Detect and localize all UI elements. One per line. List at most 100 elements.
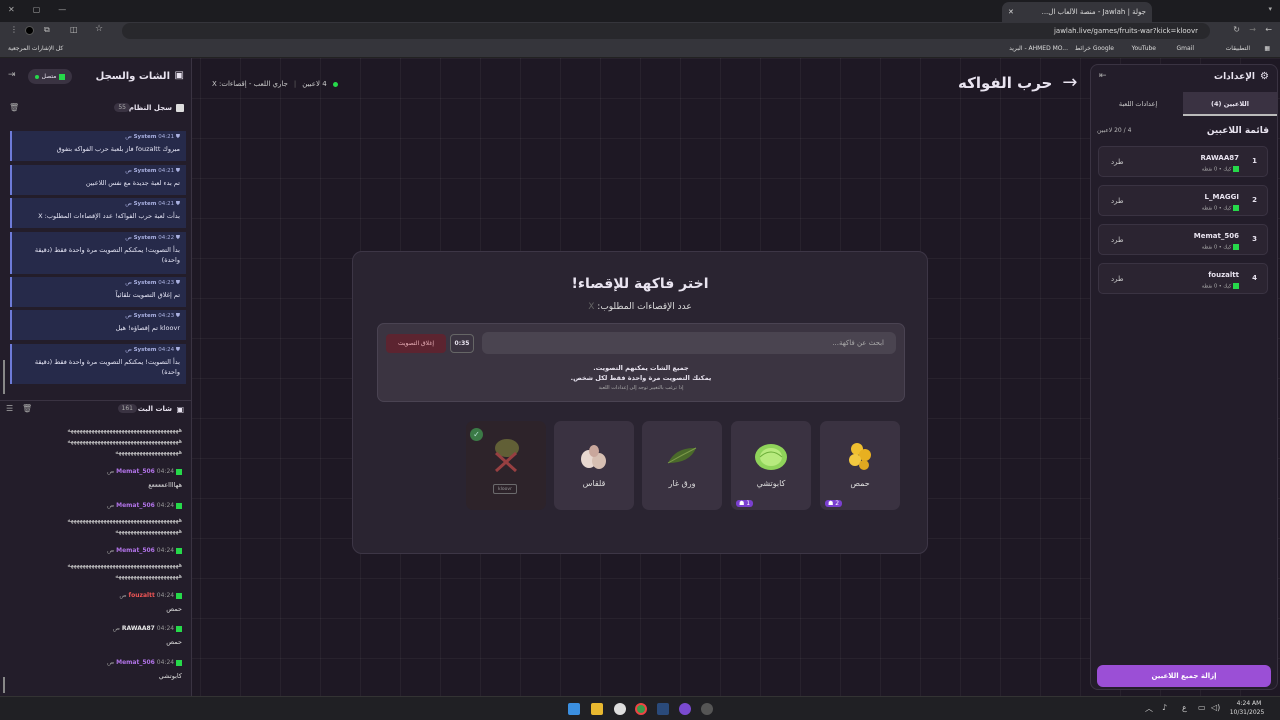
vote-badge: ☗ 2	[825, 500, 843, 507]
eliminated-fruit-icon	[494, 439, 519, 473]
back-arrow-icon[interactable]: →	[1062, 74, 1077, 92]
message-text: هههههههههههههههههههههههههههههههههههههه ه…	[67, 516, 182, 535]
mic-icon[interactable]: ♪	[1162, 703, 1167, 712]
chat-message: Memat_506 04:24 ص هههههههههههههههههههههه…	[6, 547, 182, 582]
hummus-icon	[849, 443, 871, 470]
chrome-icon[interactable]	[635, 703, 647, 715]
discord-icon[interactable]	[679, 703, 691, 715]
kick-player-button[interactable]: طرد	[1111, 197, 1124, 205]
tab-close-icon[interactable]: ✕	[1008, 8, 1014, 16]
eliminated-by-tag: kloovr	[493, 484, 517, 494]
player-rank: 3	[1252, 235, 1257, 243]
vote-panel: ابحث عن فاكهة... 0:35 إغلاق التصويت جميع…	[377, 323, 905, 402]
info-line-1: جميع الشات يمكنهم التصويت.	[593, 364, 689, 372]
chat-panel-header: ▣ الشات والسجل متصل ⇥	[0, 68, 192, 88]
fruit-card-cabbage[interactable]: كابوتشي ☗ 1	[731, 421, 811, 510]
bay-leaf-icon	[667, 447, 697, 464]
fruit-card-taro[interactable]: قلقاس	[554, 421, 634, 510]
filter-icon[interactable]: ☰	[6, 404, 13, 413]
kick-player-button[interactable]: طرد	[1111, 158, 1124, 166]
reload-icon[interactable]: ↻	[1233, 25, 1240, 34]
bookmark-mail[interactable]: البريد - AHMED MO...	[1009, 45, 1068, 52]
message-text: بدأت لعبة حرب الفواكه! عدد الإقصاءات الم…	[38, 212, 180, 220]
tab-players[interactable]: اللاعبين (4)	[1183, 92, 1277, 116]
restore-window-icon[interactable]: ▢	[33, 5, 41, 14]
trash-icon[interactable]: 🗑	[9, 103, 19, 112]
back-icon[interactable]: ←	[1265, 25, 1272, 34]
message-text: تم بدء لعبة جديدة مع نفس اللاعبين	[85, 179, 180, 187]
fruit-card-hummus[interactable]: حمص ☗ 2	[820, 421, 900, 510]
settings-app-icon[interactable]	[614, 703, 626, 715]
player-points: كيك • 0 نقطة	[1201, 244, 1232, 251]
kick-icon	[59, 73, 66, 80]
player-card: 1 RAWAA87 كيك • 0 نقطة طرد	[1098, 146, 1268, 177]
message-text: kloovr تم إقصاؤه! هيل	[115, 324, 180, 332]
collapse-panel-icon[interactable]: ⇥	[8, 70, 16, 80]
split-view-icon[interactable]: ◫	[70, 25, 78, 34]
extensions-icon[interactable]: ⧉	[44, 25, 50, 35]
remove-all-players-button[interactable]: إزالة جميع اللاعبين	[1097, 665, 1271, 687]
close-vote-button[interactable]: إغلاق التصويت	[386, 334, 446, 353]
player-name: RAWAA87	[1200, 154, 1239, 162]
language-indicator[interactable]: ع	[1182, 703, 1187, 712]
clock-time[interactable]: 4:24 AM	[1232, 700, 1266, 707]
star-icon[interactable]: ☆	[95, 24, 103, 34]
forward-icon[interactable]: →	[1249, 25, 1256, 34]
kick-icon	[1233, 166, 1239, 172]
apps-icon[interactable]: ▦	[1264, 45, 1270, 52]
online-dot	[332, 81, 338, 87]
fruit-card-bay-leaf[interactable]: ورق غار	[642, 421, 722, 510]
tray-chevron-icon[interactable]: ︿	[1145, 703, 1153, 714]
volume-icon[interactable]: ◁)	[1211, 703, 1220, 712]
file-explorer-icon[interactable]	[591, 703, 603, 715]
message-author: System	[133, 134, 157, 140]
search-input[interactable]: ابحث عن فاكهة...	[482, 332, 896, 354]
check-icon: ✓	[470, 428, 483, 441]
tab-game-settings[interactable]: إعدادات اللعبة	[1091, 92, 1185, 116]
system-icon: ⛊	[174, 134, 180, 140]
tab-search-icon[interactable]: ▾	[1268, 5, 1272, 13]
minimize-window-icon[interactable]: —	[58, 5, 66, 14]
bookmark-apps[interactable]: التطبيقات	[1226, 45, 1250, 52]
collapse-settings-icon[interactable]: ⇤	[1099, 71, 1107, 81]
close-window-icon[interactable]: ✕	[8, 5, 15, 14]
kick-icon	[1233, 244, 1239, 250]
system-log-header: سجل النظام 55 🗑	[0, 101, 192, 117]
bookmark-youtube[interactable]: YouTube	[1132, 45, 1156, 52]
start-icon[interactable]	[568, 703, 580, 715]
chat-panel-title: الشات والسجل	[95, 71, 170, 82]
url-field[interactable]: jawlah.live/games/fruits-war?kick=kloovr	[122, 23, 1210, 39]
clock-date[interactable]: 10/31/2025	[1226, 709, 1268, 716]
network-icon[interactable]: ▭	[1198, 703, 1206, 712]
chat-message: Memat_506 04:24 ص كابوتشي	[6, 659, 182, 680]
bookmark-maps[interactable]: خرائط Google	[1075, 45, 1114, 52]
message-text: بدأ التصويت! يمكنكم التصويت مرة واحدة فق…	[34, 358, 180, 376]
kick-player-button[interactable]: طرد	[1111, 236, 1124, 244]
menu-icon[interactable]: ⋮	[10, 25, 18, 34]
message-author: Memat_506	[116, 468, 155, 475]
bookmark-gmail[interactable]: Gmail	[1176, 45, 1194, 52]
trash-icon[interactable]: 🗑	[22, 404, 32, 413]
kick-player-button[interactable]: طرد	[1111, 275, 1124, 283]
system-log-scrollbar[interactable]	[3, 360, 5, 394]
message-text: مبروك fouzaltt فاز بلعبة حرب الفواكه بتف…	[56, 145, 180, 153]
browser-tab[interactable]: جولة | Jawlah - منصة الألعاب ال... ✕	[1002, 2, 1152, 22]
modal-subtitle: عدد الإقصاءات المطلوب: X	[353, 302, 927, 312]
fruit-card-eliminated: ✓ kloovr	[466, 421, 546, 510]
system-log-count: 55	[114, 103, 130, 112]
live-chat-count: 161	[117, 404, 137, 413]
app-icon[interactable]	[701, 703, 713, 715]
subtitle-value: X	[588, 302, 595, 312]
system-message: ⛊ System 04:24 ص بدأ التصويت! يمكنكم الت…	[10, 344, 186, 384]
steam-icon[interactable]	[657, 703, 669, 715]
live-chat-header: ▣ شات البث 161 🗑 ☰	[0, 400, 192, 418]
message-text: حمص	[166, 638, 182, 646]
bookmark-all[interactable]: كل الإشارات المرجعية	[8, 45, 63, 52]
vote-count: 1	[746, 500, 751, 507]
message-author: fouzaltt	[128, 592, 155, 599]
profile-avatar[interactable]	[25, 26, 34, 35]
fruit-name: كابوتشي	[756, 479, 786, 488]
system-message: ⛊ System 04:21 ص مبروك fouzaltt فاز بلعب…	[10, 131, 186, 161]
live-chat-scrollbar[interactable]	[3, 677, 5, 693]
system-message: ⛊ System 04:22 ص بدأ التصويت! يمكنكم الت…	[10, 232, 186, 274]
